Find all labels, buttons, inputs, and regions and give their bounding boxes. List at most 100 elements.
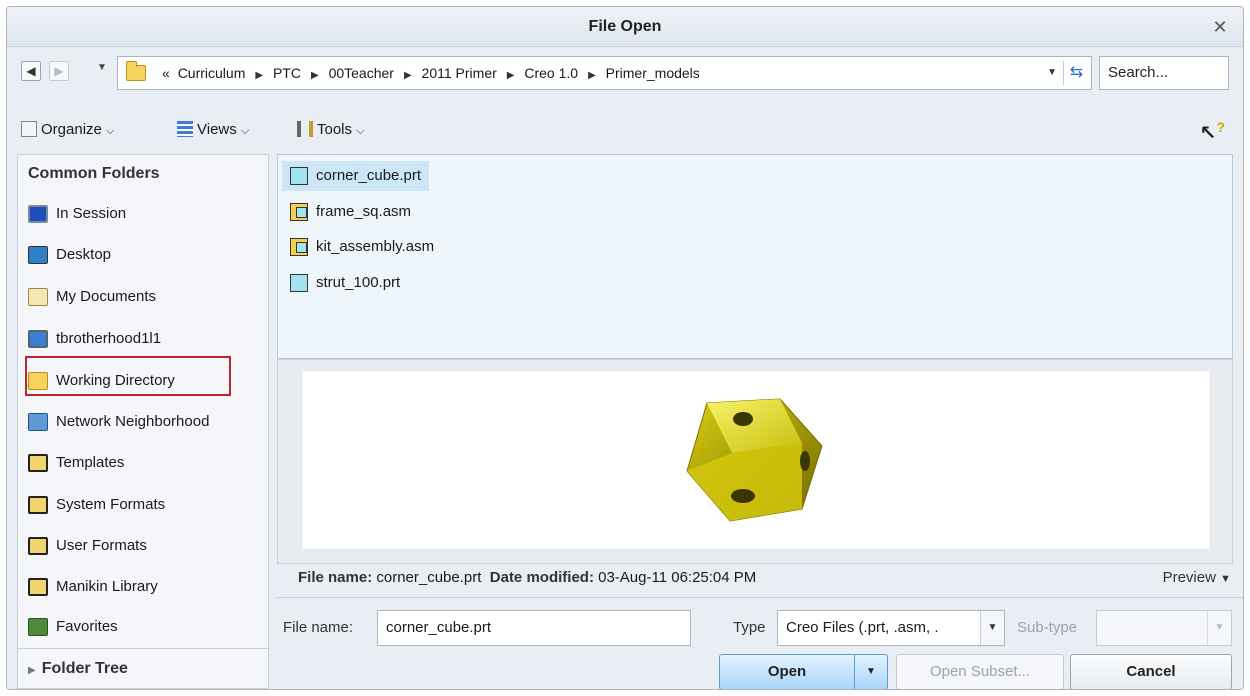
open-subset-button[interactable]: Open Subset...: [896, 654, 1064, 689]
sidebar-item-label: Templates: [56, 454, 125, 471]
forward-button[interactable]: ▶: [49, 61, 69, 81]
preview-label: Preview: [1162, 569, 1216, 586]
folder-icon: [28, 454, 48, 472]
tools-menu[interactable]: Tools ⌵: [297, 121, 365, 138]
search-input[interactable]: Search...: [1099, 56, 1229, 90]
breadcrumb-item[interactable]: Creo 1.0: [524, 65, 578, 81]
preview-toggle[interactable]: Preview ▼: [1163, 569, 1231, 586]
chevron-down-icon: ▼: [980, 611, 1004, 645]
file-open-dialog: File Open ✕ ◀ ▶ ▼ « Curriculum ▶ PTC ▶ 00T…: [6, 6, 1244, 690]
sidebar-item-label: tbrotherhood1l1: [56, 330, 162, 347]
file-list: corner_cube.prt frame_sq.asm kit_assembl…: [277, 154, 1233, 359]
breadcrumb-separator-icon[interactable]: ▶: [311, 70, 319, 81]
file-row[interactable]: corner_cube.prt: [282, 161, 430, 191]
address-row: ◀ ▶ ▼ « Curriculum ▶ PTC ▶ 00Teacher ▶ 2011…: [7, 47, 1243, 119]
sidebar-item-label: My Documents: [56, 288, 157, 305]
sidebar-item-in-session[interactable]: In Session: [26, 198, 126, 230]
my-documents-icon: [28, 288, 48, 306]
folder-icon: [28, 578, 48, 596]
type-select[interactable]: Creo Files (.prt, .asm, . ▼: [777, 610, 1005, 646]
sidebar-item-network-neighborhood[interactable]: Network Neighborhood: [26, 406, 209, 438]
refresh-icon[interactable]: ⇆: [1063, 61, 1089, 85]
help-icon[interactable]: ↖?: [1200, 119, 1225, 146]
sidebar-item-manikin-library[interactable]: Manikin Library: [26, 571, 158, 603]
sidebar-item-computer[interactable]: tbrotherhood1l1: [26, 323, 161, 355]
cancel-button[interactable]: Cancel: [1070, 654, 1232, 689]
chevron-down-icon: ▼: [1220, 573, 1231, 585]
breadcrumb-separator-icon[interactable]: ▶: [588, 70, 596, 81]
file-name: kit_assembly.asm: [316, 238, 435, 255]
info-date-label: Date modified:: [489, 569, 594, 586]
history-dropdown-icon[interactable]: ▼: [97, 62, 107, 73]
breadcrumb-item[interactable]: PTC: [273, 65, 301, 81]
sidebar-item-desktop[interactable]: Desktop: [26, 239, 111, 271]
divider: [277, 597, 1243, 598]
common-folders-pane: Common Folders In Session Desktop My Doc…: [17, 154, 269, 689]
sidebar-item-label: System Formats: [56, 496, 166, 513]
breadcrumb-separator-icon[interactable]: ▶: [507, 70, 515, 81]
views-label: Views: [197, 121, 237, 138]
breadcrumb-separator-icon[interactable]: ▶: [404, 70, 412, 81]
preview-area: [301, 370, 1211, 550]
file-name: strut_100.prt: [316, 274, 401, 291]
sidebar-item-label: Manikin Library: [56, 578, 158, 595]
sidebar-item-label: Desktop: [56, 246, 112, 263]
breadcrumb-item[interactable]: 00Teacher: [329, 65, 394, 81]
views-menu[interactable]: Views ⌵: [177, 121, 249, 138]
file-row[interactable]: strut_100.prt: [282, 268, 408, 298]
file-info-line: File name: corner_cube.prt Date modified…: [298, 569, 756, 586]
file-name: frame_sq.asm: [316, 203, 412, 220]
organize-menu[interactable]: Organize ⌵: [21, 121, 114, 138]
back-button[interactable]: ◀: [21, 61, 41, 81]
sidebar-item-my-documents[interactable]: My Documents: [26, 281, 156, 313]
desktop-icon: [28, 246, 48, 264]
folder-icon: [126, 61, 146, 81]
sidebar-item-templates[interactable]: Templates: [26, 447, 124, 479]
views-icon: [177, 121, 193, 137]
breadcrumb-item[interactable]: Primer_models: [606, 65, 700, 81]
network-icon: [28, 413, 48, 431]
open-button[interactable]: Open: [719, 654, 855, 689]
info-date-value: 03-Aug-11 06:25:04 PM: [598, 569, 757, 586]
address-bar[interactable]: « Curriculum ▶ PTC ▶ 00Teacher ▶ 2011 Prime…: [117, 56, 1092, 90]
folder-icon: [28, 496, 48, 514]
favorites-icon: [28, 618, 48, 636]
organize-label: Organize: [41, 121, 102, 138]
dialog-title: File Open: [588, 18, 662, 35]
file-row[interactable]: kit_assembly.asm: [282, 232, 442, 262]
sidebar-item-label: In Session: [56, 205, 127, 222]
part-file-icon: [290, 274, 308, 292]
address-dropdown-icon[interactable]: ▼: [1047, 67, 1057, 78]
breadcrumb-overflow[interactable]: «: [162, 65, 170, 81]
folder-tree-toggle[interactable]: ▶ Folder Tree: [18, 648, 268, 688]
breadcrumb-item[interactable]: Curriculum: [178, 65, 246, 81]
file-name-field[interactable]: corner_cube.prt: [377, 610, 691, 646]
sidebar-item-user-formats[interactable]: User Formats: [26, 530, 147, 562]
file-row[interactable]: frame_sq.asm: [282, 197, 419, 227]
sidebar-item-label: User Formats: [56, 537, 147, 554]
assembly-file-icon: [290, 238, 308, 256]
folder-icon: [28, 537, 48, 555]
sidebar-item-label: Network Neighborhood: [56, 413, 210, 430]
open-options-dropdown[interactable]: ▼: [854, 654, 888, 689]
breadcrumb-separator-icon[interactable]: ▶: [255, 70, 263, 81]
sidebar-item-favorites[interactable]: Favorites: [26, 611, 118, 643]
organize-icon: [21, 121, 37, 137]
type-value: Creo Files (.prt, .asm, .: [786, 619, 939, 636]
breadcrumb-item[interactable]: 2011 Primer: [422, 65, 497, 81]
toolbar: Organize ⌵ Views ⌵ Tools ⌵ ↖?: [7, 111, 1243, 151]
computer-icon: [28, 330, 48, 348]
assembly-file-icon: [290, 203, 308, 221]
type-label: Type: [733, 619, 766, 636]
close-icon[interactable]: ✕: [1209, 16, 1231, 38]
cube-preview-image: [686, 398, 823, 522]
session-icon: [28, 205, 48, 223]
sidebar-item-system-formats[interactable]: System Formats: [26, 489, 165, 521]
file-name-label: File name:: [283, 619, 354, 636]
info-file-name-value: corner_cube.prt: [376, 569, 482, 586]
subtype-label: Sub-type: [1017, 619, 1078, 636]
highlight-annotation: [25, 356, 231, 396]
breadcrumb: « Curriculum ▶ PTC ▶ 00Teacher ▶ 2011 Prime…: [162, 57, 704, 92]
subtype-select[interactable]: ▼: [1096, 610, 1232, 646]
info-file-name-label: File name:: [298, 569, 373, 586]
